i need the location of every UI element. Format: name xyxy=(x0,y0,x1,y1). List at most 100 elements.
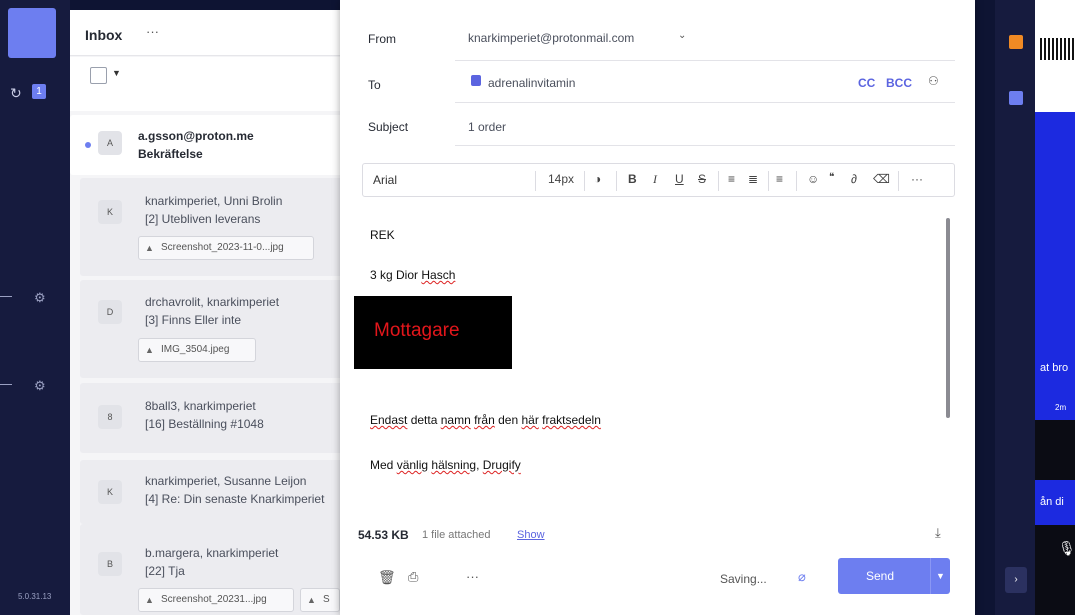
message-subject: [2] Utebliven leverans xyxy=(145,212,261,226)
list-item[interactable]: A a.gsson@proton.me Bekräftelse xyxy=(70,115,360,175)
trash-icon[interactable]: 🗑 xyxy=(378,569,396,586)
lock-icon xyxy=(471,75,481,86)
new-message-button[interactable] xyxy=(8,8,56,58)
numbered-list-icon[interactable]: ≣ xyxy=(748,172,758,186)
message-subject: [3] Finns Eller inte xyxy=(145,313,242,327)
settings-icon[interactable]: ⚙ xyxy=(34,290,46,306)
barcode-image xyxy=(1040,38,1075,60)
message-subject: [22] Tja xyxy=(145,564,185,578)
divider xyxy=(898,171,899,191)
image-icon: ▲ xyxy=(145,345,154,355)
from-select[interactable]: knarkimperiet@protonmail.com xyxy=(468,31,634,45)
encrypt-lock-icon[interactable]: ⎙ xyxy=(408,569,418,585)
attachment-chip[interactable]: ▲ IMG_3504.jpeg xyxy=(138,338,256,362)
message-subject: Bekräftelse xyxy=(138,147,203,161)
add-contact-icon[interactable]: ⚇ xyxy=(928,74,939,88)
background-panel xyxy=(1035,525,1075,615)
more-options-icon[interactable]: ··· xyxy=(911,172,923,186)
divider xyxy=(796,171,797,191)
strikethrough-icon[interactable]: S xyxy=(698,172,706,186)
font-family-select[interactable]: Arial xyxy=(373,173,397,187)
sender-name: knarkimperiet, Unni Brolin xyxy=(145,194,283,208)
select-all-checkbox[interactable] xyxy=(90,67,107,84)
folder-title: Inbox xyxy=(85,27,123,43)
align-icon[interactable]: ≡ xyxy=(776,172,783,186)
composer-window: From knarkimperiet@protonmail.com ⌄ To a… xyxy=(340,0,975,615)
body-line: Med vänlig hälsning, Drugify xyxy=(370,458,521,472)
expand-chevron-icon[interactable]: › xyxy=(1005,567,1027,593)
avatar: K xyxy=(98,480,122,504)
select-dropdown-icon[interactable]: ▼ xyxy=(112,68,121,78)
divider xyxy=(455,102,955,103)
italic-icon[interactable]: I xyxy=(653,172,657,187)
attach-file-icon[interactable]: ⌀ xyxy=(798,569,806,585)
list-item[interactable]: D drchavrolit, knarkimperiet [3] Finns E… xyxy=(80,280,360,378)
link-icon[interactable]: ∂ xyxy=(851,172,857,186)
list-toolbar xyxy=(70,57,360,111)
more-actions-icon[interactable]: ··· xyxy=(466,569,479,584)
to-label: To xyxy=(368,78,381,92)
refresh-icon[interactable]: ↻ xyxy=(10,85,22,102)
bold-icon[interactable]: B xyxy=(628,172,637,186)
attachment-chip[interactable]: ▲ Screenshot_2023-11-0...jpg xyxy=(138,236,314,260)
image-icon: ▲ xyxy=(307,595,316,605)
list-item[interactable]: K knarkimperiet, Susanne Leijon [4] Re: … xyxy=(80,460,360,524)
download-icon[interactable]: ⤓ xyxy=(935,525,941,541)
body-line: REK xyxy=(370,228,395,242)
background-panel xyxy=(1035,420,1075,480)
attachment-chip[interactable]: ▲ S xyxy=(300,588,340,612)
avatar: 8 xyxy=(98,405,122,429)
sender-name: b.margera, knarkimperiet xyxy=(145,546,279,560)
embedded-image: Mottagare xyxy=(354,296,512,369)
chevron-down-icon[interactable]: ⌄ xyxy=(678,30,686,41)
sender-name: 8ball3, knarkimperiet xyxy=(145,399,256,413)
text-color-icon[interactable]: ◑ xyxy=(594,172,601,186)
right-app-rail: › xyxy=(995,0,1035,615)
quote-icon[interactable]: ❝ xyxy=(829,172,834,183)
divider xyxy=(0,296,12,297)
divider xyxy=(455,60,955,61)
message-subject: [4] Re: Din senaste Knarkimperiet xyxy=(145,492,325,506)
cc-button[interactable]: CC xyxy=(858,76,875,90)
send-button[interactable]: Send ▼ xyxy=(838,558,950,594)
bcc-button[interactable]: BCC xyxy=(886,76,912,90)
divider xyxy=(616,171,617,191)
subject-input[interactable]: 1 order xyxy=(468,120,506,134)
unread-count-badge: 1 xyxy=(32,84,46,99)
send-options-chevron-icon[interactable]: ▼ xyxy=(930,558,950,594)
clear-format-icon[interactable]: ⌫ xyxy=(873,172,890,186)
underline-icon[interactable]: U xyxy=(675,172,684,186)
folder-options-icon[interactable]: ··· xyxy=(146,24,159,39)
send-label: Send xyxy=(866,569,895,583)
emoji-icon[interactable]: ☺ xyxy=(807,172,819,186)
contacts-app-icon[interactable] xyxy=(1009,91,1023,105)
divider xyxy=(0,384,12,385)
list-item[interactable]: B b.margera, knarkimperiet [22] Tja ▲ Scr… xyxy=(80,524,360,615)
app-sidebar-rail: ↻ 1 ⚙ ⚙ 5.0.31.13 xyxy=(0,0,70,615)
calendar-app-icon[interactable] xyxy=(1009,35,1023,49)
show-attachments-link[interactable]: Show xyxy=(517,529,545,541)
attachment-chip[interactable]: ▲ Screenshot_20231...jpg xyxy=(138,588,294,612)
avatar: B xyxy=(98,552,122,576)
attachment-count: 1 file attached xyxy=(422,529,491,541)
background-text: at bro xyxy=(1040,362,1069,374)
image-icon: ▲ xyxy=(145,243,154,253)
bullet-list-icon[interactable]: ≡ xyxy=(728,172,735,186)
to-recipient[interactable]: adrenalinvitamin xyxy=(488,76,575,90)
divider xyxy=(768,171,769,191)
image-caption: Mottagare xyxy=(374,320,460,341)
image-icon: ▲ xyxy=(145,595,154,605)
font-size-select[interactable]: 14px xyxy=(548,172,574,186)
avatar: A xyxy=(98,131,122,155)
list-item[interactable]: K knarkimperiet, Unni Brolin [2] Utebliv… xyxy=(80,178,360,276)
body-scrollbar[interactable] xyxy=(946,218,950,418)
settings-icon[interactable]: ⚙ xyxy=(34,378,46,394)
avatar: K xyxy=(98,200,122,224)
microphone-icon: 🎙 xyxy=(1058,540,1075,556)
divider xyxy=(455,145,955,146)
from-label: From xyxy=(368,32,396,46)
avatar: D xyxy=(98,300,122,324)
body-line: 3 kg Dior Hasch xyxy=(370,268,456,282)
formatting-toolbar: Arial 14px ◑ B I U S ≡ ≣ ≡ ☺ ❝ ∂ ⌫ ··· xyxy=(362,163,955,197)
list-item[interactable]: 8 8ball3, knarkimperiet [16] Beställning… xyxy=(80,383,360,453)
